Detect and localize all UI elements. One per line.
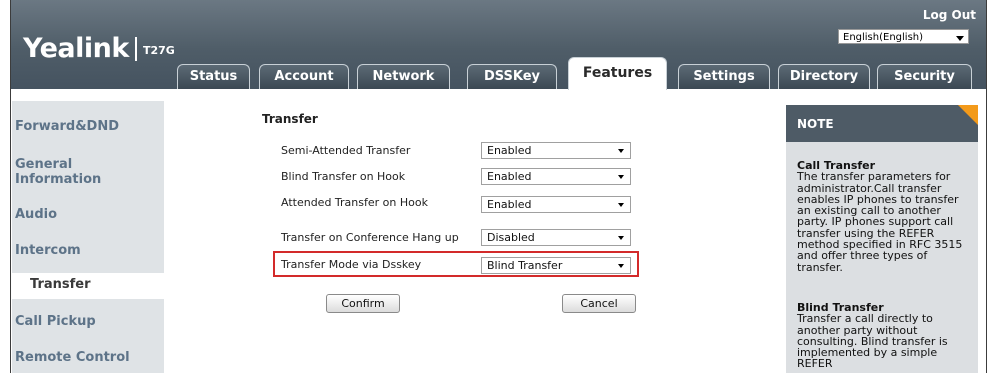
model-label: T27G [143, 44, 175, 57]
header-bar: Yealink T27G Log Out English(English) St… [11, 0, 986, 90]
sidebar-item-label: Transfer [30, 277, 91, 292]
cancel-button[interactable]: Cancel [562, 294, 636, 313]
brand-logo: Yealink [23, 33, 129, 64]
select-value: Enabled [487, 170, 532, 183]
sidebar-item-audio[interactable]: Audio [15, 207, 57, 222]
chevron-down-icon [618, 149, 624, 153]
chevron-down-icon [618, 203, 624, 207]
select-value: Disabled [487, 231, 535, 244]
language-value: English(English) [843, 32, 924, 43]
note-paragraph: Transfer a call directly to another part… [797, 312, 948, 371]
row-label-conference-hang-up: Transfer on Conference Hang up [281, 231, 459, 244]
attended-transfer-on-hook-select[interactable]: Enabled [481, 196, 631, 213]
note-section-blind-transfer: Blind Transfer Transfer a call directly … [797, 302, 972, 370]
confirm-button[interactable]: Confirm [326, 294, 400, 313]
sidebar-item-intercom[interactable]: Intercom [15, 243, 81, 258]
sidebar [12, 101, 164, 373]
tab-network[interactable]: Network [357, 64, 450, 89]
tab-settings[interactable]: Settings [678, 64, 770, 89]
row-label-attended-on-hook: Attended Transfer on Hook [281, 196, 428, 209]
chevron-down-icon [618, 236, 624, 240]
row-label-transfer-mode-dsskey: Transfer Mode via Dsskey [281, 258, 422, 271]
tab-features[interactable]: Features [568, 57, 667, 90]
chevron-down-icon [956, 36, 964, 41]
tab-status[interactable]: Status [177, 64, 250, 89]
tab-directory[interactable]: Directory [778, 64, 870, 89]
chevron-down-icon [618, 264, 624, 268]
select-value: Enabled [487, 198, 532, 211]
logo-divider [135, 37, 137, 61]
semi-attended-transfer-select[interactable]: Enabled [481, 142, 631, 159]
section-title: Transfer [262, 112, 318, 126]
logout-link[interactable]: Log Out [923, 8, 976, 22]
sidebar-item-forward-dnd[interactable]: Forward&DND [15, 119, 119, 134]
select-value: Enabled [487, 144, 532, 157]
transfer-on-conference-hang-up-select[interactable]: Disabled [481, 229, 631, 246]
row-label-semi-attended: Semi-Attended Transfer [281, 144, 411, 157]
select-value: Blind Transfer [487, 259, 563, 272]
note-paragraph: The transfer parameters for administrato… [797, 170, 963, 274]
sidebar-item-call-pickup[interactable]: Call Pickup [15, 314, 96, 329]
row-label-blind-on-hook: Blind Transfer on Hook [281, 170, 406, 183]
tab-security[interactable]: Security [877, 64, 972, 89]
transfer-mode-via-dsskey-select[interactable]: Blind Transfer [481, 257, 631, 274]
blind-transfer-on-hook-select[interactable]: Enabled [481, 168, 631, 185]
language-select[interactable]: English(English) [838, 29, 969, 44]
note-corner-icon [958, 105, 978, 125]
tab-account[interactable]: Account [259, 64, 349, 89]
note-header: NOTE [786, 105, 978, 142]
tab-dsskey[interactable]: DSSKey [467, 64, 557, 89]
note-title: NOTE [797, 117, 834, 131]
note-section-call-transfer: Call Transfer The transfer parameters fo… [797, 160, 972, 273]
sidebar-item-transfer[interactable]: Transfer [12, 273, 185, 299]
sidebar-item-remote-control[interactable]: Remote Control [15, 350, 130, 365]
chevron-down-icon [618, 175, 624, 179]
sidebar-item-general-information[interactable]: General Information [15, 157, 125, 187]
